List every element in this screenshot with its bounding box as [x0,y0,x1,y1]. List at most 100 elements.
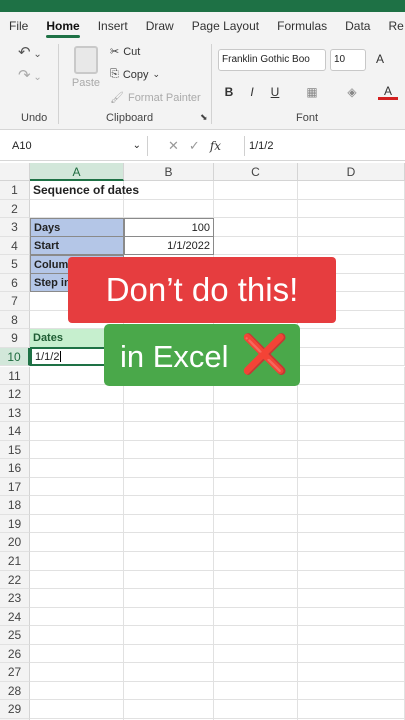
font-name-dropdown[interactable]: Franklin Gothic Boo [218,49,326,71]
grid-cell[interactable] [214,477,298,497]
grid-cell[interactable] [298,199,405,219]
name-box[interactable]: A10 ⌄ [8,136,148,156]
formula-input[interactable]: 1/1/2 [244,136,273,156]
grid-cell[interactable] [124,459,214,478]
row-header-29[interactable]: 29 [0,700,30,719]
column-header-b[interactable]: B [124,163,214,181]
font-color-button[interactable]: A [378,82,398,100]
row-header-24[interactable]: 24 [0,607,30,627]
grid-cell[interactable] [124,496,214,515]
grid-cell[interactable] [30,626,124,645]
grid-cell[interactable] [124,199,214,219]
cell-a1[interactable]: Sequence of dates [30,181,214,200]
grid-cell[interactable] [298,218,405,237]
grid-cell[interactable] [30,459,124,478]
grid-cell[interactable] [298,496,405,515]
grow-font-button[interactable]: A [372,49,388,69]
grid-cell[interactable] [298,440,405,460]
grid-cell[interactable] [124,700,214,719]
grid-cell[interactable] [30,607,124,627]
grid-cell[interactable] [124,681,214,701]
grid-cell[interactable] [124,589,214,608]
grid-cell[interactable] [298,589,405,608]
grid-cell[interactable] [214,681,298,701]
grid-cell[interactable] [298,644,405,664]
grid-cell[interactable] [124,570,214,590]
row-header-3[interactable]: 3 [0,218,30,237]
row-header-26[interactable]: 26 [0,644,30,664]
grid-cell[interactable] [214,700,298,719]
grid-cell[interactable] [214,514,298,534]
grid-cell[interactable] [30,570,124,590]
cancel-icon[interactable]: ✕ [168,136,179,156]
column-header-c[interactable]: C [214,163,298,181]
cut-button[interactable]: ✂ Cut [110,45,140,59]
grid-cell[interactable] [298,329,405,348]
row-header-27[interactable]: 27 [0,663,30,682]
column-header-a[interactable]: A [30,163,124,181]
grid-cell[interactable] [214,422,298,441]
italic-button[interactable]: I [242,82,262,102]
row-header-11[interactable]: 11 [0,366,30,386]
fill-color-button[interactable]: ◈ [342,82,362,102]
tab-page-layout[interactable]: Page Layout [183,12,268,40]
row-header-21[interactable]: 21 [0,552,30,571]
row-header-13[interactable]: 13 [0,403,30,423]
grid-cell[interactable] [124,552,214,571]
grid-cell[interactable] [298,366,405,386]
row-header-19[interactable]: 19 [0,514,30,534]
row-header-28[interactable]: 28 [0,681,30,701]
grid-cell[interactable] [298,347,405,367]
grid-cell[interactable] [214,199,298,219]
format-painter-button[interactable]: 🖌 Format Painter [110,91,201,105]
bold-button[interactable]: B [219,82,239,102]
grid-cell[interactable] [214,181,298,200]
grid-cell[interactable] [124,477,214,497]
cell-a4[interactable]: Start [30,236,124,255]
font-size-dropdown[interactable]: 10 [330,49,366,71]
paste-button[interactable]: Paste [70,46,102,96]
grid-cell[interactable] [124,514,214,534]
tab-home[interactable]: Home [37,12,88,40]
grid-cell[interactable] [298,181,405,200]
row-header-15[interactable]: 15 [0,440,30,460]
dialog-launcher-icon[interactable]: ⬊ [200,112,208,123]
tab-insert[interactable]: Insert [89,12,137,40]
grid-cell[interactable] [214,589,298,608]
row-header-16[interactable]: 16 [0,459,30,478]
grid-cell[interactable] [214,607,298,627]
grid-cell[interactable] [30,514,124,534]
grid-cell[interactable] [30,644,124,664]
grid-cell[interactable] [298,403,405,423]
grid-cell[interactable] [214,496,298,515]
grid-cell[interactable] [30,681,124,701]
grid-cell[interactable] [298,514,405,534]
row-header-14[interactable]: 14 [0,422,30,441]
cell-b3[interactable]: 100 [124,218,214,237]
row-header-18[interactable]: 18 [0,496,30,515]
insert-function-icon[interactable]: fx [210,136,221,156]
grid-cell[interactable] [30,533,124,552]
grid-cell[interactable] [298,459,405,478]
row-header-6[interactable]: 6 [0,273,30,293]
grid-cell[interactable] [124,626,214,645]
row-header-1[interactable]: 1 [0,181,30,200]
borders-button[interactable]: ▦ [302,82,322,102]
grid-cell[interactable] [30,496,124,515]
grid-cell[interactable] [298,477,405,497]
grid-cell[interactable] [214,626,298,645]
cell-a3[interactable]: Days [30,218,124,237]
grid-cell[interactable] [298,681,405,701]
grid-cell[interactable] [214,236,298,256]
undo-button[interactable]: ↶ ⌄ [18,43,52,63]
grid-cell[interactable] [30,403,124,423]
grid-cell[interactable] [124,440,214,460]
row-header-4[interactable]: 4 [0,236,30,256]
row-header-25[interactable]: 25 [0,626,30,645]
grid-cell[interactable] [30,552,124,571]
redo-button[interactable]: ↷ ⌄ [18,66,52,86]
underline-button[interactable]: U [265,82,285,102]
grid-cell[interactable] [214,218,298,237]
grid-cell[interactable] [124,607,214,627]
grid-cell[interactable] [30,385,124,404]
